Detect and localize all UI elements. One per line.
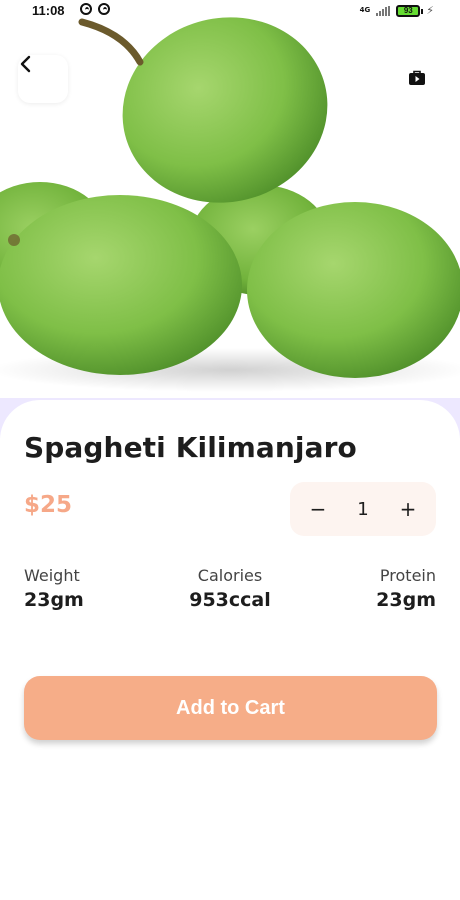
product-price: $25: [24, 492, 73, 518]
stat-value: 23gm: [376, 589, 436, 611]
bag-play-icon: [409, 70, 425, 85]
status-bar: 11:08 4G 93 ⚡: [0, 0, 460, 24]
notification-icon: [80, 3, 92, 15]
signal-icon: [376, 5, 391, 16]
back-button[interactable]: [18, 55, 68, 103]
stat-value: 953ccal: [189, 589, 271, 611]
battery-icon: 93: [396, 4, 424, 17]
stat-label: Protein: [379, 566, 436, 585]
chevron-left-icon: [20, 55, 31, 73]
stat-label: Weight: [24, 566, 80, 585]
stat-weight: Weight 23gm: [24, 566, 84, 611]
stat-label: Calories: [197, 566, 263, 585]
network-type-label: 4G: [359, 6, 371, 14]
status-time: 11:08: [32, 3, 65, 18]
notification-icons: [80, 3, 110, 15]
stat-protein: Protein 23gm: [376, 566, 436, 611]
product-hero-image: 11:08 4G 93 ⚡: [0, 0, 460, 420]
decrease-quantity-button[interactable]: −: [290, 497, 346, 521]
product-title: Spagheti Kilimanjaro: [24, 431, 357, 464]
battery-level: 93: [403, 5, 413, 15]
stat-calories: Calories 953ccal: [160, 566, 300, 611]
quantity-value: 1: [357, 498, 369, 520]
bag-play-button[interactable]: [408, 70, 426, 86]
status-right: 4G 93 ⚡: [360, 4, 434, 17]
quantity-stepper: − 1 +: [290, 482, 436, 536]
charging-icon: ⚡: [426, 4, 434, 17]
mango-illustration: [0, 17, 460, 392]
stat-value: 23gm: [24, 589, 84, 611]
notification-icon: [98, 3, 110, 15]
product-detail-sheet: [0, 400, 460, 900]
add-to-cart-button[interactable]: Add to Cart: [24, 676, 437, 740]
increase-quantity-button[interactable]: +: [380, 497, 436, 521]
